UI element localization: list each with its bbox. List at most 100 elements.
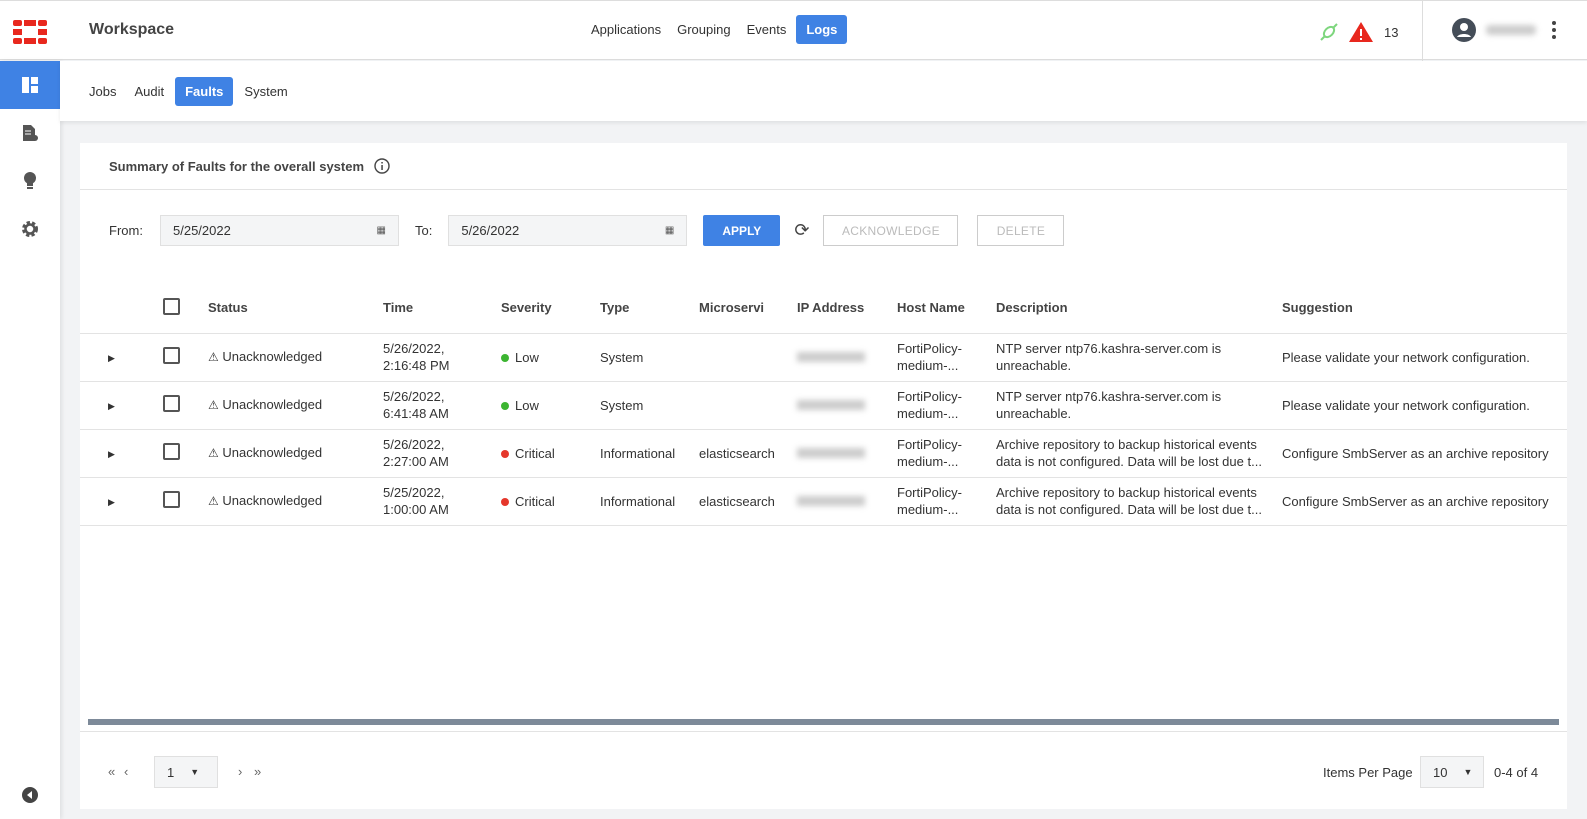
- next-page-button[interactable]: ›: [238, 764, 242, 779]
- description-line2: data is not configured. Data will be los…: [996, 502, 1262, 517]
- ip-address-blurred: [797, 496, 865, 506]
- delete-button[interactable]: DELETE: [977, 215, 1065, 246]
- col-description[interactable]: Description: [996, 283, 1282, 334]
- page-select[interactable]: 1 ▼: [154, 756, 218, 788]
- info-icon[interactable]: [374, 158, 390, 174]
- description-line2: unreachable.: [996, 406, 1072, 421]
- horizontal-scrollbar[interactable]: [88, 719, 1559, 725]
- app-title: Workspace: [89, 21, 175, 38]
- col-ip-address[interactable]: IP Address: [797, 283, 897, 334]
- tab-system[interactable]: System: [237, 77, 294, 106]
- description-line2: unreachable.: [996, 358, 1072, 373]
- col-suggestion[interactable]: Suggestion: [1282, 283, 1567, 334]
- col-status[interactable]: Status: [208, 283, 383, 334]
- alert-count[interactable]: 13: [1384, 25, 1398, 40]
- type-cell: System: [600, 381, 699, 430]
- user-avatar-icon: [1452, 18, 1476, 42]
- apply-button[interactable]: APPLY: [703, 215, 781, 246]
- host-name-line2: medium-...: [897, 502, 959, 517]
- fortinet-logo[interactable]: [13, 20, 47, 44]
- user-menu[interactable]: [1452, 18, 1536, 42]
- to-date-value: 5/26/2022: [461, 223, 520, 238]
- time-clock: 6:41:48 AM: [383, 406, 449, 421]
- warning-icon: ⚠: [208, 446, 219, 460]
- sub-navigation: Jobs Audit Faults System: [60, 61, 1587, 121]
- user-name-blurred: [1486, 25, 1536, 35]
- tab-jobs[interactable]: Jobs: [82, 77, 123, 106]
- status-text: Unacknowledged: [222, 493, 323, 508]
- table-row[interactable]: ▶ ⚠ Unacknowledged 5/26/2022, 2:27:00 AM …: [80, 429, 1567, 478]
- severity-text: Low: [515, 397, 539, 413]
- faults-table: Status Time Severity Type Microservi IP …: [80, 283, 1567, 526]
- col-host-name[interactable]: Host Name: [897, 283, 996, 334]
- nav-events[interactable]: Events: [741, 15, 793, 44]
- tab-audit[interactable]: Audit: [127, 77, 171, 106]
- connection-plug-icon[interactable]: [1320, 23, 1338, 41]
- more-menu-icon[interactable]: [1552, 21, 1558, 42]
- suggestion-cell: Please validate your network configurati…: [1282, 381, 1567, 430]
- severity-text: Low: [515, 349, 539, 365]
- dashboard-icon: [22, 77, 38, 93]
- dropdown-arrow-icon: ▼: [190, 767, 200, 777]
- last-page-button[interactable]: »: [254, 764, 261, 779]
- refresh-icon[interactable]: ⟳: [794, 220, 809, 241]
- suggestion-cell: Configure SmbServer as an archive reposi…: [1282, 429, 1567, 478]
- status-text: Unacknowledged: [222, 349, 323, 364]
- col-microservice[interactable]: Microservi: [699, 283, 797, 334]
- expand-row-icon[interactable]: ▶: [108, 449, 115, 459]
- microservice-cell: [699, 381, 797, 430]
- type-cell: System: [600, 333, 699, 382]
- ip-address-blurred: [797, 400, 865, 410]
- table-row[interactable]: ▶ ⚠ Unacknowledged 5/25/2022, 1:00:00 AM …: [80, 477, 1567, 526]
- suggestion-cell: Please validate your network configurati…: [1282, 333, 1567, 382]
- host-name-line1: FortiPolicy-: [897, 341, 963, 356]
- col-time[interactable]: Time: [383, 283, 501, 334]
- from-date-input[interactable]: 5/25/2022 ▦: [160, 215, 399, 246]
- col-severity[interactable]: Severity: [501, 283, 600, 334]
- items-per-page-select[interactable]: 10 ▼: [1420, 756, 1484, 788]
- collapse-sidebar-icon[interactable]: [22, 787, 38, 803]
- nav-grouping[interactable]: Grouping: [671, 15, 736, 44]
- sidebar-insights[interactable]: [0, 157, 60, 205]
- row-checkbox[interactable]: [163, 490, 180, 508]
- expand-row-icon[interactable]: ▶: [108, 497, 115, 507]
- col-type[interactable]: Type: [600, 283, 699, 334]
- description-line1: Archive repository to backup historical …: [996, 485, 1257, 500]
- time-clock: 1:00:00 AM: [383, 502, 449, 517]
- dropdown-arrow-icon: ▼: [1463, 767, 1473, 777]
- sidebar-reports[interactable]: [0, 109, 60, 157]
- calendar-icon[interactable]: ▦: [377, 225, 386, 236]
- time-date: 5/26/2022,: [383, 389, 445, 404]
- sidebar: [0, 61, 60, 819]
- row-checkbox[interactable]: [163, 442, 180, 460]
- nav-applications[interactable]: Applications: [585, 15, 667, 44]
- select-all-checkbox[interactable]: [163, 297, 180, 315]
- from-label: From:: [109, 223, 143, 238]
- nav-logs[interactable]: Logs: [796, 15, 848, 44]
- sidebar-dashboard[interactable]: [0, 61, 60, 109]
- range-text: 0-4 of 4: [1494, 765, 1539, 780]
- row-checkbox[interactable]: [163, 394, 180, 412]
- items-per-page-value: 10: [1433, 764, 1448, 780]
- table-row[interactable]: ▶ ⚠ Unacknowledged 5/26/2022, 6:41:48 AM …: [80, 381, 1567, 430]
- first-page-button[interactable]: «: [108, 764, 115, 779]
- expand-row-icon[interactable]: ▶: [108, 401, 115, 411]
- prev-page-button[interactable]: ‹: [124, 764, 128, 779]
- pagination: « ‹ 1 ▼ › » Items Per Page 10 ▼ 0-4 of 4: [80, 731, 1567, 809]
- severity-dot: [501, 449, 509, 458]
- type-cell: Informational: [600, 477, 699, 526]
- status-text: Unacknowledged: [222, 397, 323, 412]
- acknowledge-button[interactable]: ACKNOWLEDGE: [823, 215, 959, 246]
- tab-faults[interactable]: Faults: [175, 76, 234, 106]
- type-cell: Informational: [600, 429, 699, 478]
- expand-row-icon[interactable]: ▶: [108, 353, 115, 363]
- alert-triangle-icon[interactable]: [1348, 21, 1374, 43]
- calendar-icon[interactable]: ▦: [665, 225, 674, 236]
- severity-dot: [501, 497, 509, 506]
- sidebar-settings[interactable]: [0, 205, 60, 253]
- table-row[interactable]: ▶ ⚠ Unacknowledged 5/26/2022, 2:16:48 PM …: [80, 333, 1567, 382]
- to-date-input[interactable]: 5/26/2022 ▦: [448, 215, 688, 246]
- severity-dot: [501, 401, 509, 410]
- row-checkbox[interactable]: [163, 346, 180, 364]
- status-text: Unacknowledged: [222, 445, 323, 460]
